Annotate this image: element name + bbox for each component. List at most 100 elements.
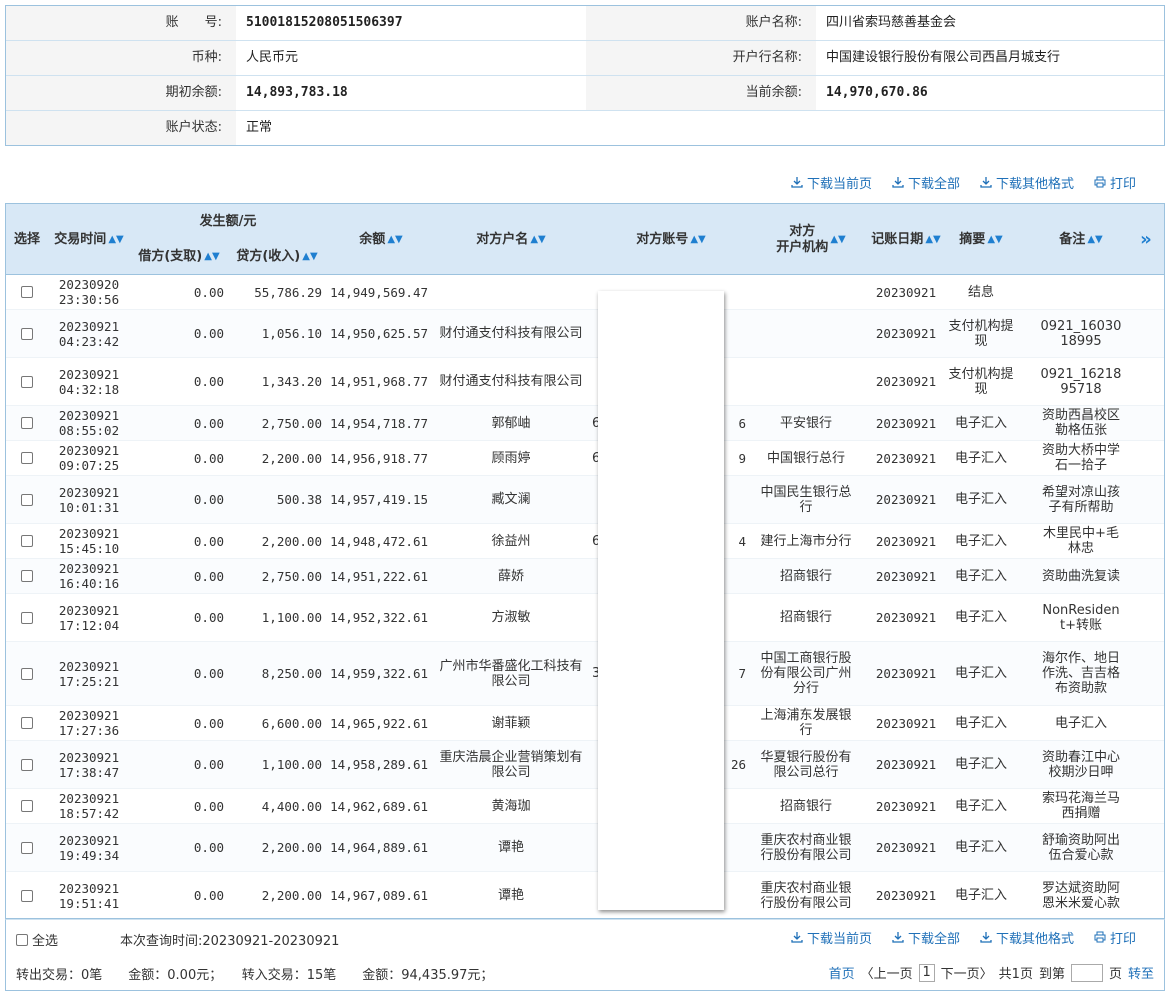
sort-icon[interactable]: ▲▼ xyxy=(1087,232,1102,248)
current-balance-value: 14,970,670.86 xyxy=(826,85,928,100)
download-page-label: 下载当前页 xyxy=(807,931,873,947)
row-checkbox[interactable] xyxy=(6,476,48,523)
cell-time: 20230921 19:49:34 xyxy=(58,832,120,863)
row-checkbox[interactable] xyxy=(6,358,48,405)
cell-remark: 资助西昌校区勒格伍张 xyxy=(1041,408,1120,438)
checkbox-icon[interactable] xyxy=(21,493,33,506)
cell-remark: 0921_16030 18995 xyxy=(1040,318,1122,349)
table-row: 20230921 18:57:42 0.00 4,400.00 14,962,689.6… xyxy=(6,789,1164,824)
checkbox-icon[interactable] xyxy=(21,570,33,582)
checkbox-icon[interactable] xyxy=(21,327,33,340)
download-page-link[interactable]: 下载当前页 xyxy=(791,173,872,192)
total-pages: 共1页 xyxy=(998,967,1033,982)
cell-bank: 招商银行 xyxy=(779,568,832,584)
cell-post: 20230921 xyxy=(875,610,937,625)
cell-time: 20230921 16:40:16 xyxy=(58,561,120,591)
prev-page-link[interactable]: 〈上一页 xyxy=(861,963,913,982)
col-credit[interactable]: 贷方(收入) ▲▼ xyxy=(228,241,326,273)
more-columns-icon[interactable]: » xyxy=(1131,204,1161,275)
checkbox-icon[interactable] xyxy=(21,535,33,547)
cell-balance: 14,948,472.61 xyxy=(330,533,428,549)
download-other-link[interactable]: 下载其他格式 xyxy=(980,173,1074,192)
checkbox-icon[interactable] xyxy=(21,611,33,624)
cell-post: 20230921 xyxy=(875,492,937,507)
sort-icon[interactable]: ▲▼ xyxy=(925,232,940,248)
download-page-link[interactable]: 下载当前页 xyxy=(791,928,872,947)
sort-icon[interactable]: ▲▼ xyxy=(302,249,317,265)
cell-bank: 中国银行总行 xyxy=(766,450,845,466)
col-time[interactable]: 交易时间 ▲▼ xyxy=(48,204,130,275)
cell-remark: 海尔作、地日作洗、吉吉格布资助款 xyxy=(1041,651,1120,696)
download-icon xyxy=(980,932,992,943)
sort-icon[interactable]: ▲▼ xyxy=(690,232,705,248)
col-balance[interactable]: 余额 ▲▼ xyxy=(326,204,436,275)
checkbox-icon[interactable] xyxy=(21,667,33,680)
sort-icon[interactable]: ▲▼ xyxy=(387,232,402,248)
col-post-date[interactable]: 记账日期 ▲▼ xyxy=(866,204,946,275)
checkbox-icon[interactable] xyxy=(21,286,33,298)
cell-time: 20230921 10:01:31 xyxy=(58,484,120,515)
col-remark[interactable]: 备注 ▲▼ xyxy=(1016,204,1146,275)
cell-summary: 电子汇入 xyxy=(954,533,1007,549)
checkbox-icon[interactable] xyxy=(21,452,33,464)
row-checkbox[interactable] xyxy=(6,594,48,641)
col-party-bank[interactable]: 对方 开户机构 ▲▼ xyxy=(756,204,866,275)
print-link[interactable]: 打印 xyxy=(1094,173,1136,192)
cell-remark: 索玛花海兰马西捐赠 xyxy=(1041,791,1120,821)
checkbox-icon[interactable] xyxy=(21,758,33,771)
row-checkbox[interactable] xyxy=(6,706,48,740)
checkbox-icon[interactable] xyxy=(21,800,33,812)
next-page-link[interactable]: 下一页〉 xyxy=(941,963,993,982)
download-other-link[interactable]: 下载其他格式 xyxy=(980,928,1074,947)
checkbox-icon[interactable] xyxy=(16,933,28,946)
checkbox-icon[interactable] xyxy=(21,417,33,429)
row-checkbox[interactable] xyxy=(6,789,48,823)
sort-icon[interactable]: ▲▼ xyxy=(108,232,123,248)
cell-debit: 0.00 xyxy=(193,840,224,855)
row-checkbox[interactable] xyxy=(6,559,48,593)
sort-icon[interactable]: ▲▼ xyxy=(530,232,545,248)
cell-balance: 14,950,625.57 xyxy=(330,326,428,341)
row-checkbox[interactable] xyxy=(6,310,48,357)
row-checkbox[interactable] xyxy=(6,872,48,918)
download-icon xyxy=(791,177,803,188)
row-checkbox[interactable] xyxy=(6,824,48,871)
print-link[interactable]: 打印 xyxy=(1094,928,1136,947)
col-party-account[interactable]: 对方账号 ▲▼ xyxy=(586,204,756,275)
cell-balance: 14,962,689.61 xyxy=(330,798,428,814)
redaction-overlay xyxy=(598,291,724,910)
account-status-value: 正常 xyxy=(246,120,273,135)
sort-icon[interactable]: ▲▼ xyxy=(204,249,219,265)
account-info-panel: 账 号: 51001815208051506397 账户名称: 四川省索玛慈善基… xyxy=(5,5,1165,146)
cell-debit: 0.00 xyxy=(193,415,224,431)
row-checkbox[interactable] xyxy=(6,741,48,788)
table-row: 20230921 17:12:04 0.00 1,100.00 14,952,322.6… xyxy=(6,594,1164,642)
cell-remark xyxy=(1040,275,1122,309)
select-all-label: 全选 xyxy=(32,934,59,949)
bank-name-label: 开户行名称: xyxy=(586,41,816,75)
checkbox-icon[interactable] xyxy=(21,889,33,902)
col-summary[interactable]: 摘要 ▲▼ xyxy=(946,204,1016,275)
goto-page-input[interactable] xyxy=(1070,963,1103,982)
download-all-link[interactable]: 下载全部 xyxy=(892,928,960,947)
col-debit[interactable]: 借方(支取) ▲▼ xyxy=(130,241,228,273)
sort-icon[interactable]: ▲▼ xyxy=(987,232,1002,248)
row-checkbox[interactable] xyxy=(6,524,48,558)
download-all-link[interactable]: 下载全部 xyxy=(892,173,960,192)
cell-credit: 55,786.29 xyxy=(254,284,322,300)
cell-debit: 0.00 xyxy=(193,533,224,549)
goto-button[interactable]: 转至 xyxy=(1128,963,1154,982)
row-checkbox[interactable] xyxy=(6,441,48,475)
select-all[interactable]: 全选 xyxy=(16,930,58,949)
sort-icon[interactable]: ▲▼ xyxy=(830,232,845,248)
first-page-link[interactable]: 首页 xyxy=(829,963,855,982)
cell-credit: 1,056.10 xyxy=(261,326,322,341)
row-checkbox[interactable] xyxy=(6,406,48,440)
checkbox-icon[interactable] xyxy=(21,717,33,729)
checkbox-icon[interactable] xyxy=(21,841,33,854)
col-party-name[interactable]: 对方户名 ▲▼ xyxy=(436,204,586,275)
table-row: 20230921 17:27:36 0.00 6,600.00 14,965,922.6… xyxy=(6,706,1164,741)
checkbox-icon[interactable] xyxy=(21,375,33,388)
row-checkbox[interactable] xyxy=(6,642,48,705)
row-checkbox[interactable] xyxy=(6,275,48,309)
